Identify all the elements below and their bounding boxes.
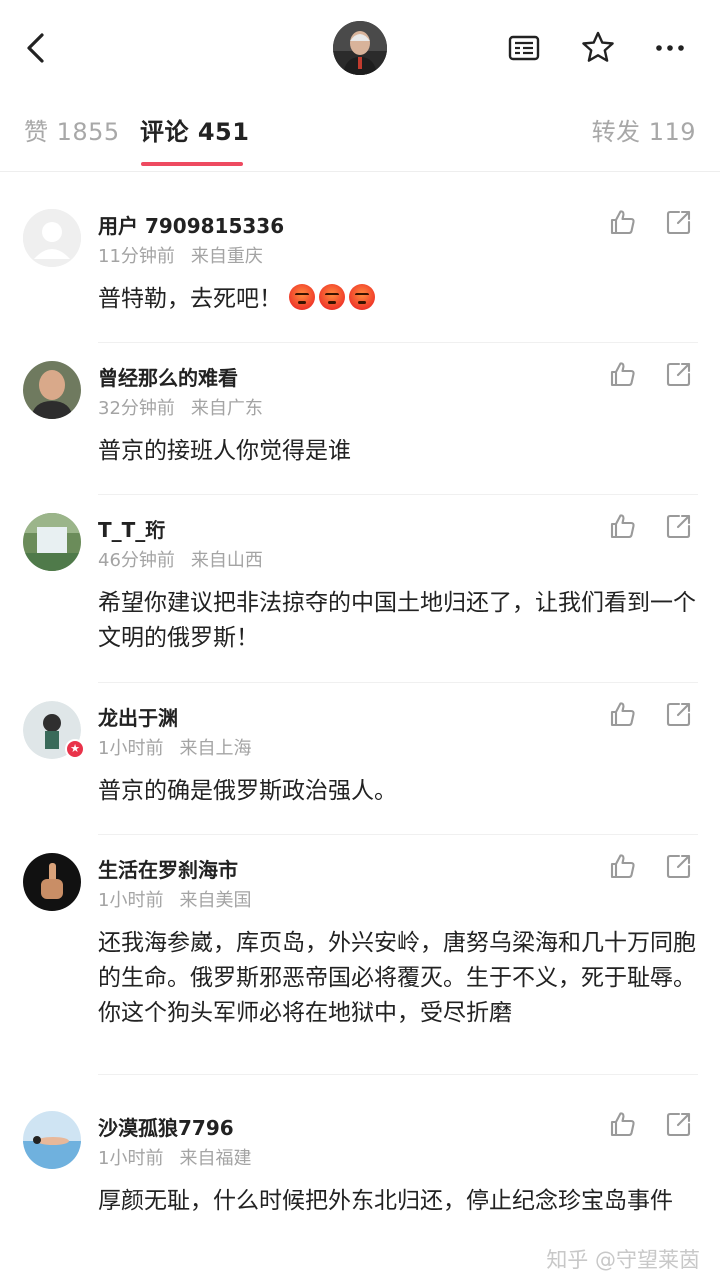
- like-button[interactable]: [608, 207, 638, 237]
- comment-username[interactable]: 沙漠孤狼7796: [98, 1112, 234, 1141]
- top-nav-bar: [0, 0, 720, 96]
- comment-location: 来自山西: [190, 550, 263, 571]
- chevron-left-icon: [27, 33, 44, 63]
- comment-text: 希望你建议把非法掠夺的中国土地归还了，让我们看到一个文明的俄罗斯！: [98, 590, 696, 651]
- share-icon: [666, 514, 691, 539]
- share-icon: [666, 1112, 691, 1137]
- waterfall-avatar: [23, 513, 81, 571]
- share-icon: [666, 210, 691, 235]
- like-button[interactable]: [608, 1109, 638, 1139]
- hand-gesture-avatar: [23, 853, 81, 911]
- divider: [98, 682, 698, 683]
- comment-location: 来自重庆: [190, 246, 263, 267]
- avatar[interactable]: [23, 209, 81, 267]
- comment-meta: 11分钟前 来自重庆: [98, 242, 263, 268]
- star-icon: [582, 31, 614, 62]
- comment-time: 11分钟前: [98, 246, 175, 267]
- share-button[interactable]: [664, 511, 694, 541]
- comment-meta: 46分钟前 来自山西: [98, 546, 263, 572]
- comment-time: 1小时前: [98, 738, 164, 759]
- reader-mode-icon: [508, 35, 540, 61]
- share-button[interactable]: [664, 207, 694, 237]
- divider: [98, 494, 698, 495]
- like-button[interactable]: [608, 699, 638, 729]
- comment-text: 厚颜无耻，什么时候把外东北归还，停止纪念珍宝岛事件: [98, 1188, 673, 1214]
- share-icon: [666, 854, 691, 879]
- comment-location: 来自福建: [179, 1148, 252, 1169]
- comment-text: 普京的接班人你觉得是谁: [98, 438, 351, 464]
- thumbs-up-icon: [610, 702, 635, 727]
- avatar[interactable]: [23, 853, 81, 911]
- thumbs-up-icon: [610, 1112, 635, 1137]
- like-button[interactable]: [608, 511, 638, 541]
- thumbs-up-icon: [610, 514, 635, 539]
- more-button[interactable]: [650, 28, 690, 68]
- comment-location: 来自广东: [190, 398, 263, 419]
- comment-text: 还我海参崴，库页岛，外兴安岭，唐努乌梁海和几十万同胞的生命。俄罗斯邪恶帝国必将覆…: [98, 930, 696, 1026]
- like-button[interactable]: [608, 359, 638, 389]
- tab-comments[interactable]: 评论 451: [140, 112, 249, 147]
- comment-location: 来自美国: [179, 890, 252, 911]
- angry-emoji-icon: [349, 284, 376, 310]
- divider: [98, 1074, 698, 1075]
- swimmer-avatar: [23, 1111, 81, 1169]
- comment-username[interactable]: 龙出于渊: [98, 702, 178, 731]
- comment-location: 来自上海: [179, 738, 252, 759]
- comment-text: 普京的确是俄罗斯政治强人。: [98, 778, 397, 804]
- author-avatar[interactable]: [333, 21, 387, 75]
- tab-bar: 赞 1855 评论 451 转发 119: [0, 96, 720, 172]
- back-button[interactable]: [18, 30, 54, 66]
- angry-emoji-icon: [319, 284, 346, 310]
- user-photo-avatar: [23, 361, 81, 419]
- comment-text-content: 普特勒，去死吧！: [98, 286, 282, 312]
- comment-username[interactable]: 曾经那么的难看: [98, 362, 238, 391]
- angry-emoji-icon: [289, 284, 316, 310]
- comment-meta: 1小时前 来自美国: [98, 886, 251, 912]
- watermark: 知乎 @守望莱茵: [546, 1248, 700, 1272]
- share-icon: [666, 362, 691, 387]
- comment-meta: 1小时前 来自上海: [98, 734, 251, 760]
- comment-time: 1小时前: [98, 1148, 164, 1169]
- comment-meta: 1小时前 来自福建: [98, 1144, 251, 1170]
- avatar[interactable]: [23, 513, 81, 571]
- share-button[interactable]: [664, 1109, 694, 1139]
- thumbs-up-icon: [610, 210, 635, 235]
- verified-badge-icon: ★: [65, 739, 85, 759]
- comment-time: 46分钟前: [98, 550, 175, 571]
- user-avatar-image: [333, 21, 387, 75]
- comment-time: 32分钟前: [98, 398, 175, 419]
- comment-text: 普特勒，去死吧！: [98, 282, 698, 317]
- avatar[interactable]: [23, 1111, 81, 1169]
- thumbs-up-icon: [610, 854, 635, 879]
- comment-username[interactable]: 生活在罗刹海市: [98, 854, 238, 883]
- share-button[interactable]: [664, 359, 694, 389]
- tab-reposts[interactable]: 转发 119: [592, 112, 696, 147]
- default-avatar-icon: [23, 209, 81, 267]
- share-button[interactable]: [664, 699, 694, 729]
- share-button[interactable]: [664, 851, 694, 881]
- like-button[interactable]: [608, 851, 638, 881]
- thumbs-up-icon: [610, 362, 635, 387]
- tab-likes[interactable]: 赞 1855: [24, 112, 120, 147]
- comment-time: 1小时前: [98, 890, 164, 911]
- comment-meta: 32分钟前 来自广东: [98, 394, 263, 420]
- avatar[interactable]: [23, 361, 81, 419]
- divider: [98, 342, 698, 343]
- favorite-button[interactable]: [578, 28, 618, 68]
- share-icon: [666, 702, 691, 727]
- reader-mode-button[interactable]: [504, 28, 544, 68]
- divider: [98, 834, 698, 835]
- comment-username[interactable]: T_T_珩: [98, 514, 165, 543]
- active-tab-indicator: [141, 162, 243, 166]
- comment-username[interactable]: 用户 7909815336: [98, 210, 284, 239]
- more-icon: [656, 45, 684, 51]
